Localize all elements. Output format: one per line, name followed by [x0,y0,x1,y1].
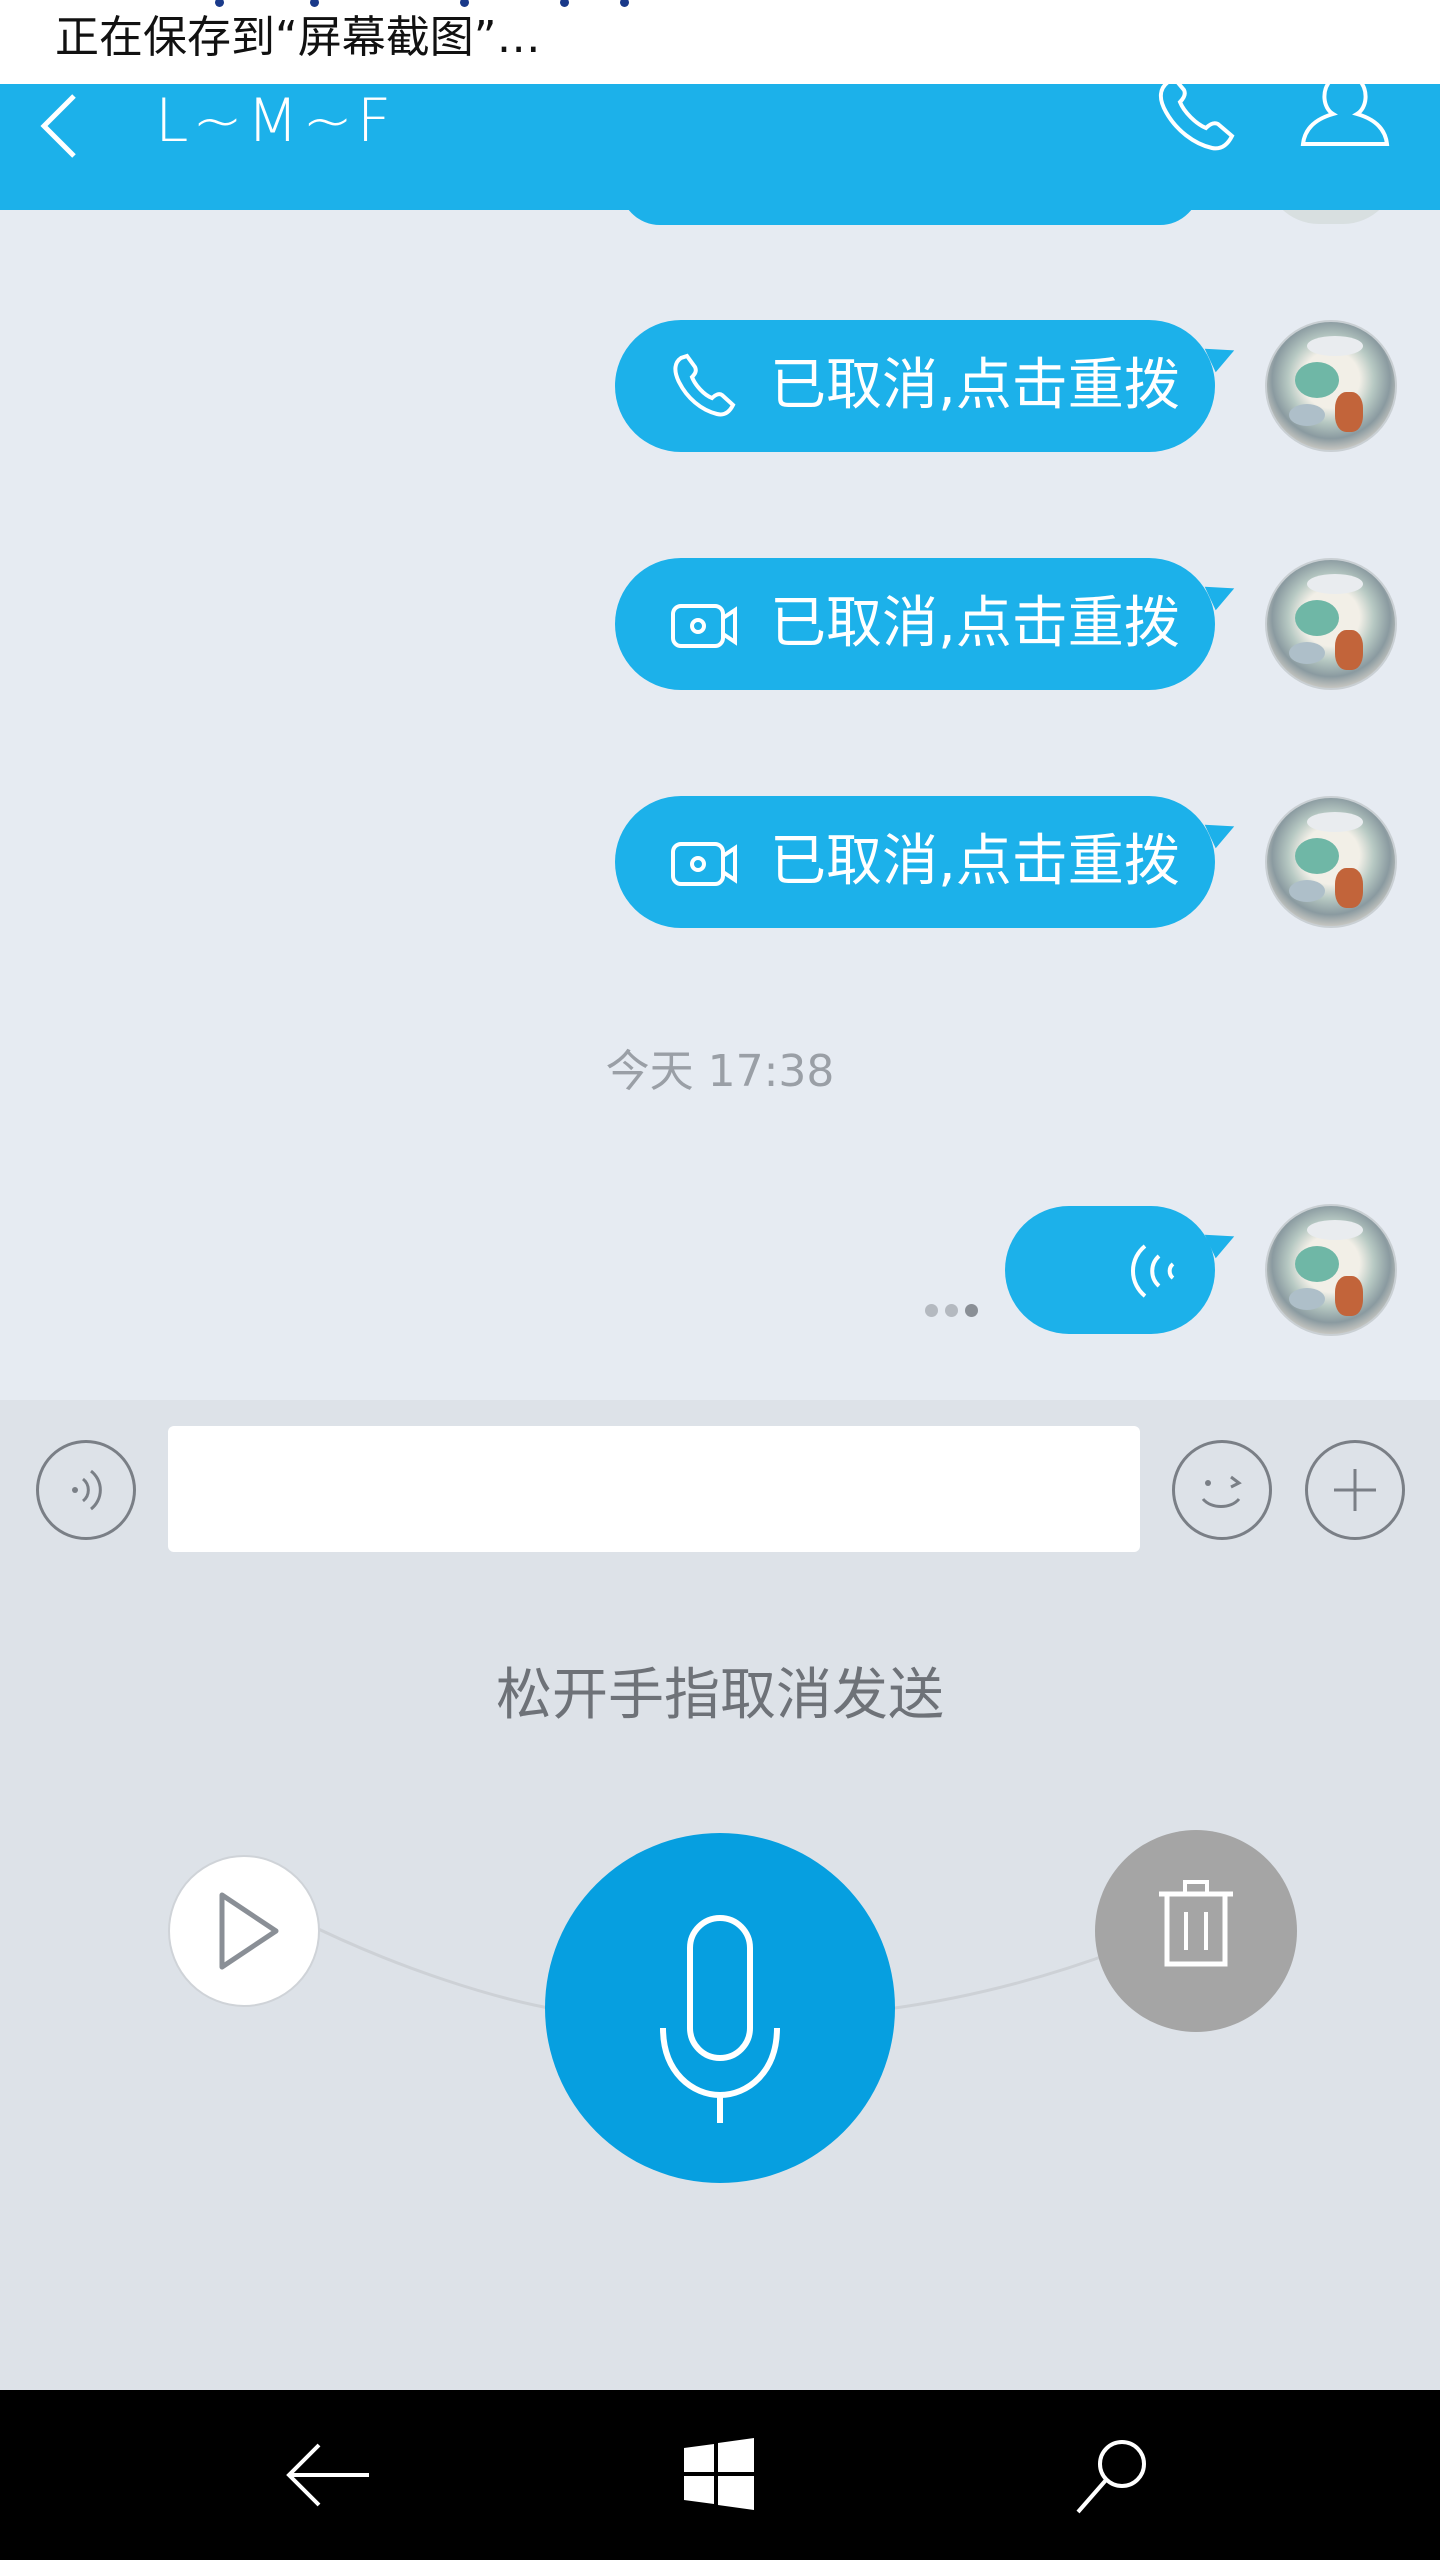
video-camera-icon [667,826,741,900]
emoji-button[interactable] [1172,1440,1272,1540]
avatar[interactable] [1265,558,1397,690]
record-button[interactable] [545,1833,895,2183]
avatar[interactable] [1265,796,1397,928]
avatar[interactable] [1265,1204,1397,1336]
trash-icon [1159,1880,1233,1967]
time-separator: 今天 17:38 [605,1046,835,1097]
plus-icon [1334,1469,1376,1511]
chat-header: L~M~F [0,75,1440,210]
screen: { "toast": { "text": "正在保存到“屏幕截图”…" }, "… [0,0,1440,2560]
windows-icon[interactable] [664,2430,774,2520]
sending-indicator [925,1304,985,1320]
avatar[interactable] [1265,320,1397,452]
release-hint: 松开手指取消发送 [496,1663,944,1728]
message-text: 已取消,点击重拨 [770,353,1180,418]
message-text: 已取消,点击重拨 [770,829,1180,894]
back-arrow-icon[interactable] [273,2430,383,2520]
message-text: 已取消,点击重拨 [770,591,1180,656]
system-navbar [0,2390,1440,2560]
video-camera-icon [667,588,741,662]
input-panel: 松开手指取消发送 [0,1400,1440,2390]
cancel-recording-button[interactable] [1095,1830,1297,2032]
message-row [0,1204,1440,1338]
voice-message-bubble[interactable] [1005,1206,1215,1334]
play-preview-button[interactable] [168,1855,320,2007]
toast-text: 正在保存到“屏幕截图”… [55,12,541,63]
message-input[interactable] [168,1426,1140,1552]
phone-icon[interactable] [1150,74,1240,154]
more-button[interactable] [1305,1440,1405,1540]
search-icon[interactable] [1058,2430,1168,2520]
message-row: 已取消,点击重拨 [0,558,1440,690]
microphone-icon [660,1915,780,2123]
back-icon[interactable] [30,86,90,166]
contact-name[interactable]: L~M~F [155,76,395,166]
message-row: 已取消,点击重拨 [0,796,1440,928]
profile-icon[interactable] [1295,74,1395,154]
chat-area[interactable]: 已取消,点击重拨 已取消,点击重拨 已取消,点击重拨 今天 17:38 [0,170,1440,1400]
voice-toggle-button[interactable] [36,1440,136,1540]
message-row: 已取消,点击重拨 [0,320,1440,452]
play-icon [219,1892,279,1970]
phone-icon [667,350,741,424]
voice-wave-icon [1115,1236,1185,1306]
emoji-icon [1201,1475,1242,1508]
voice-icon [72,1469,102,1511]
call-cancelled-bubble[interactable]: 已取消,点击重拨 [615,320,1215,452]
call-cancelled-bubble[interactable]: 已取消,点击重拨 [615,558,1215,690]
call-cancelled-bubble[interactable]: 已取消,点击重拨 [615,796,1215,928]
saving-toast: 正在保存到“屏幕截图”… [0,0,1440,84]
